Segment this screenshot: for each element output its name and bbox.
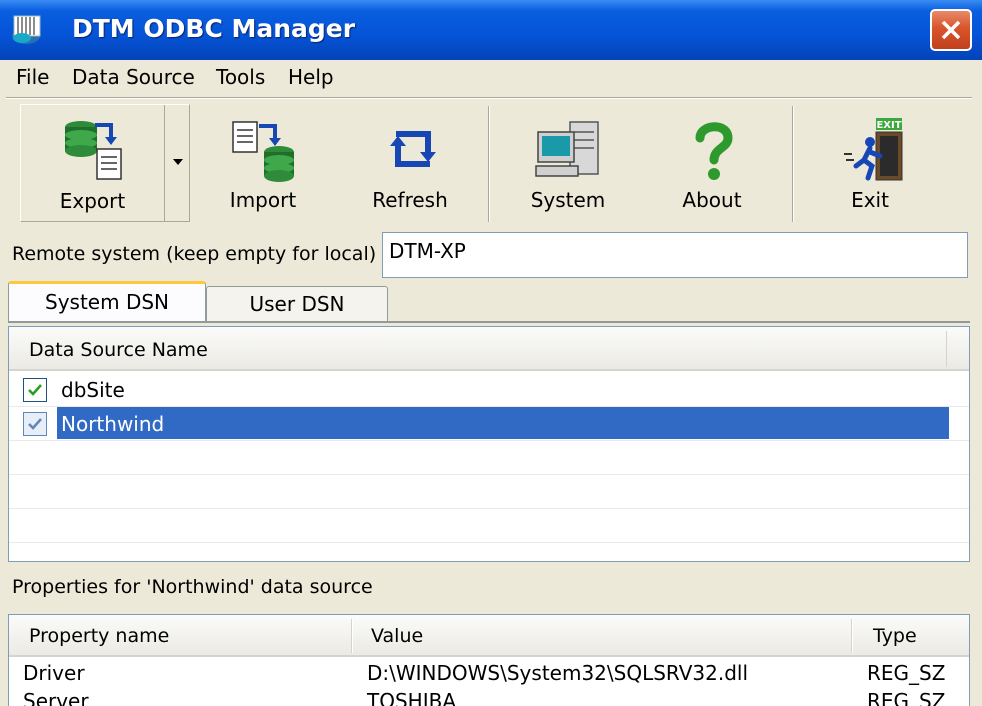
remote-system-input[interactable]: DTM-XP [382, 232, 968, 278]
selection-highlight [57, 407, 949, 439]
export-label: Export [59, 189, 126, 213]
menu-bar: File Data Source Tools Help [0, 60, 982, 96]
export-button[interactable]: Export [20, 104, 190, 222]
remote-system-label: Remote system (keep empty for local) [12, 243, 377, 265]
list-item-empty [9, 441, 969, 475]
tab-panel-border [8, 321, 970, 323]
property-name-cell: Driver [23, 661, 85, 685]
checkbox[interactable] [23, 378, 47, 402]
toolbar-divider [488, 106, 490, 222]
close-icon [941, 20, 961, 40]
checkmark-icon [28, 418, 42, 430]
question-mark-icon [695, 122, 733, 180]
title-bar[interactable]: DTM ODBC Manager [0, 0, 982, 60]
exit-icon: EXIT [844, 118, 903, 181]
column-header-data-source-name[interactable]: Data Source Name [29, 339, 208, 361]
about-label: About [682, 188, 742, 212]
export-split-divider [164, 105, 165, 221]
column-separator[interactable] [351, 619, 353, 653]
property-name-cell: Server [23, 689, 89, 706]
toolbar-divider [792, 106, 794, 222]
property-type-cell: REG_SZ [867, 689, 946, 706]
properties-header: Property name Value Type [9, 615, 969, 657]
dsn-name: Northwind [61, 412, 165, 436]
dsn-list-header[interactable]: Data Source Name [9, 327, 969, 371]
list-item-empty [9, 509, 969, 543]
list-item-empty [9, 475, 969, 509]
menu-data-source[interactable]: Data Source [72, 65, 195, 89]
table-row[interactable]: Driver D:\WINDOWS\System32\SQLSRV32.dll … [9, 659, 969, 687]
chevron-down-icon[interactable] [171, 157, 185, 167]
system-button[interactable]: System [520, 104, 616, 222]
exit-sign-text: EXIT [876, 120, 901, 131]
column-separator[interactable] [851, 619, 853, 653]
checkmark-icon [28, 384, 42, 396]
exit-label: Exit [851, 188, 889, 212]
checkbox[interactable] [23, 412, 47, 436]
close-button[interactable] [930, 9, 972, 51]
import-icon [232, 121, 294, 182]
system-label: System [530, 188, 606, 212]
column-separator [946, 331, 948, 367]
property-type-cell: REG_SZ [867, 661, 946, 685]
dsn-name: dbSite [61, 378, 125, 402]
menu-tools[interactable]: Tools [216, 65, 265, 89]
properties-label: Properties for 'Northwind' data source [12, 576, 373, 598]
refresh-label: Refresh [372, 188, 448, 212]
import-button[interactable]: Import [215, 104, 311, 222]
column-header-type[interactable]: Type [873, 625, 917, 647]
tab-system-dsn[interactable]: System DSN [8, 281, 206, 323]
table-row[interactable]: Server TOSHIBA REG_SZ [9, 687, 969, 706]
export-icon [65, 121, 122, 180]
refresh-button[interactable]: Refresh [362, 104, 458, 222]
window-title: DTM ODBC Manager [72, 14, 356, 43]
about-button[interactable]: About [664, 104, 760, 222]
column-header-value[interactable]: Value [371, 625, 423, 647]
menu-file[interactable]: File [16, 65, 49, 89]
computer-icon [535, 121, 599, 177]
property-value-cell: TOSHIBA [367, 689, 456, 706]
database-grid-icon [12, 15, 41, 44]
list-item[interactable]: Northwind [9, 407, 969, 441]
refresh-icon [390, 131, 436, 167]
exit-button[interactable]: EXIT Exit [822, 104, 918, 222]
list-item[interactable]: dbSite [9, 373, 969, 407]
import-label: Import [229, 188, 297, 212]
tab-user-dsn[interactable]: User DSN [206, 286, 388, 322]
column-header-property-name[interactable]: Property name [29, 625, 169, 647]
menu-separator [6, 97, 972, 99]
menu-help[interactable]: Help [288, 65, 334, 89]
dsn-list[interactable]: Data Source Name dbSite Northwind [8, 326, 970, 562]
property-value-cell: D:\WINDOWS\System32\SQLSRV32.dll [367, 661, 749, 685]
properties-table[interactable]: Property name Value Type Driver D:\WINDO… [8, 614, 970, 706]
